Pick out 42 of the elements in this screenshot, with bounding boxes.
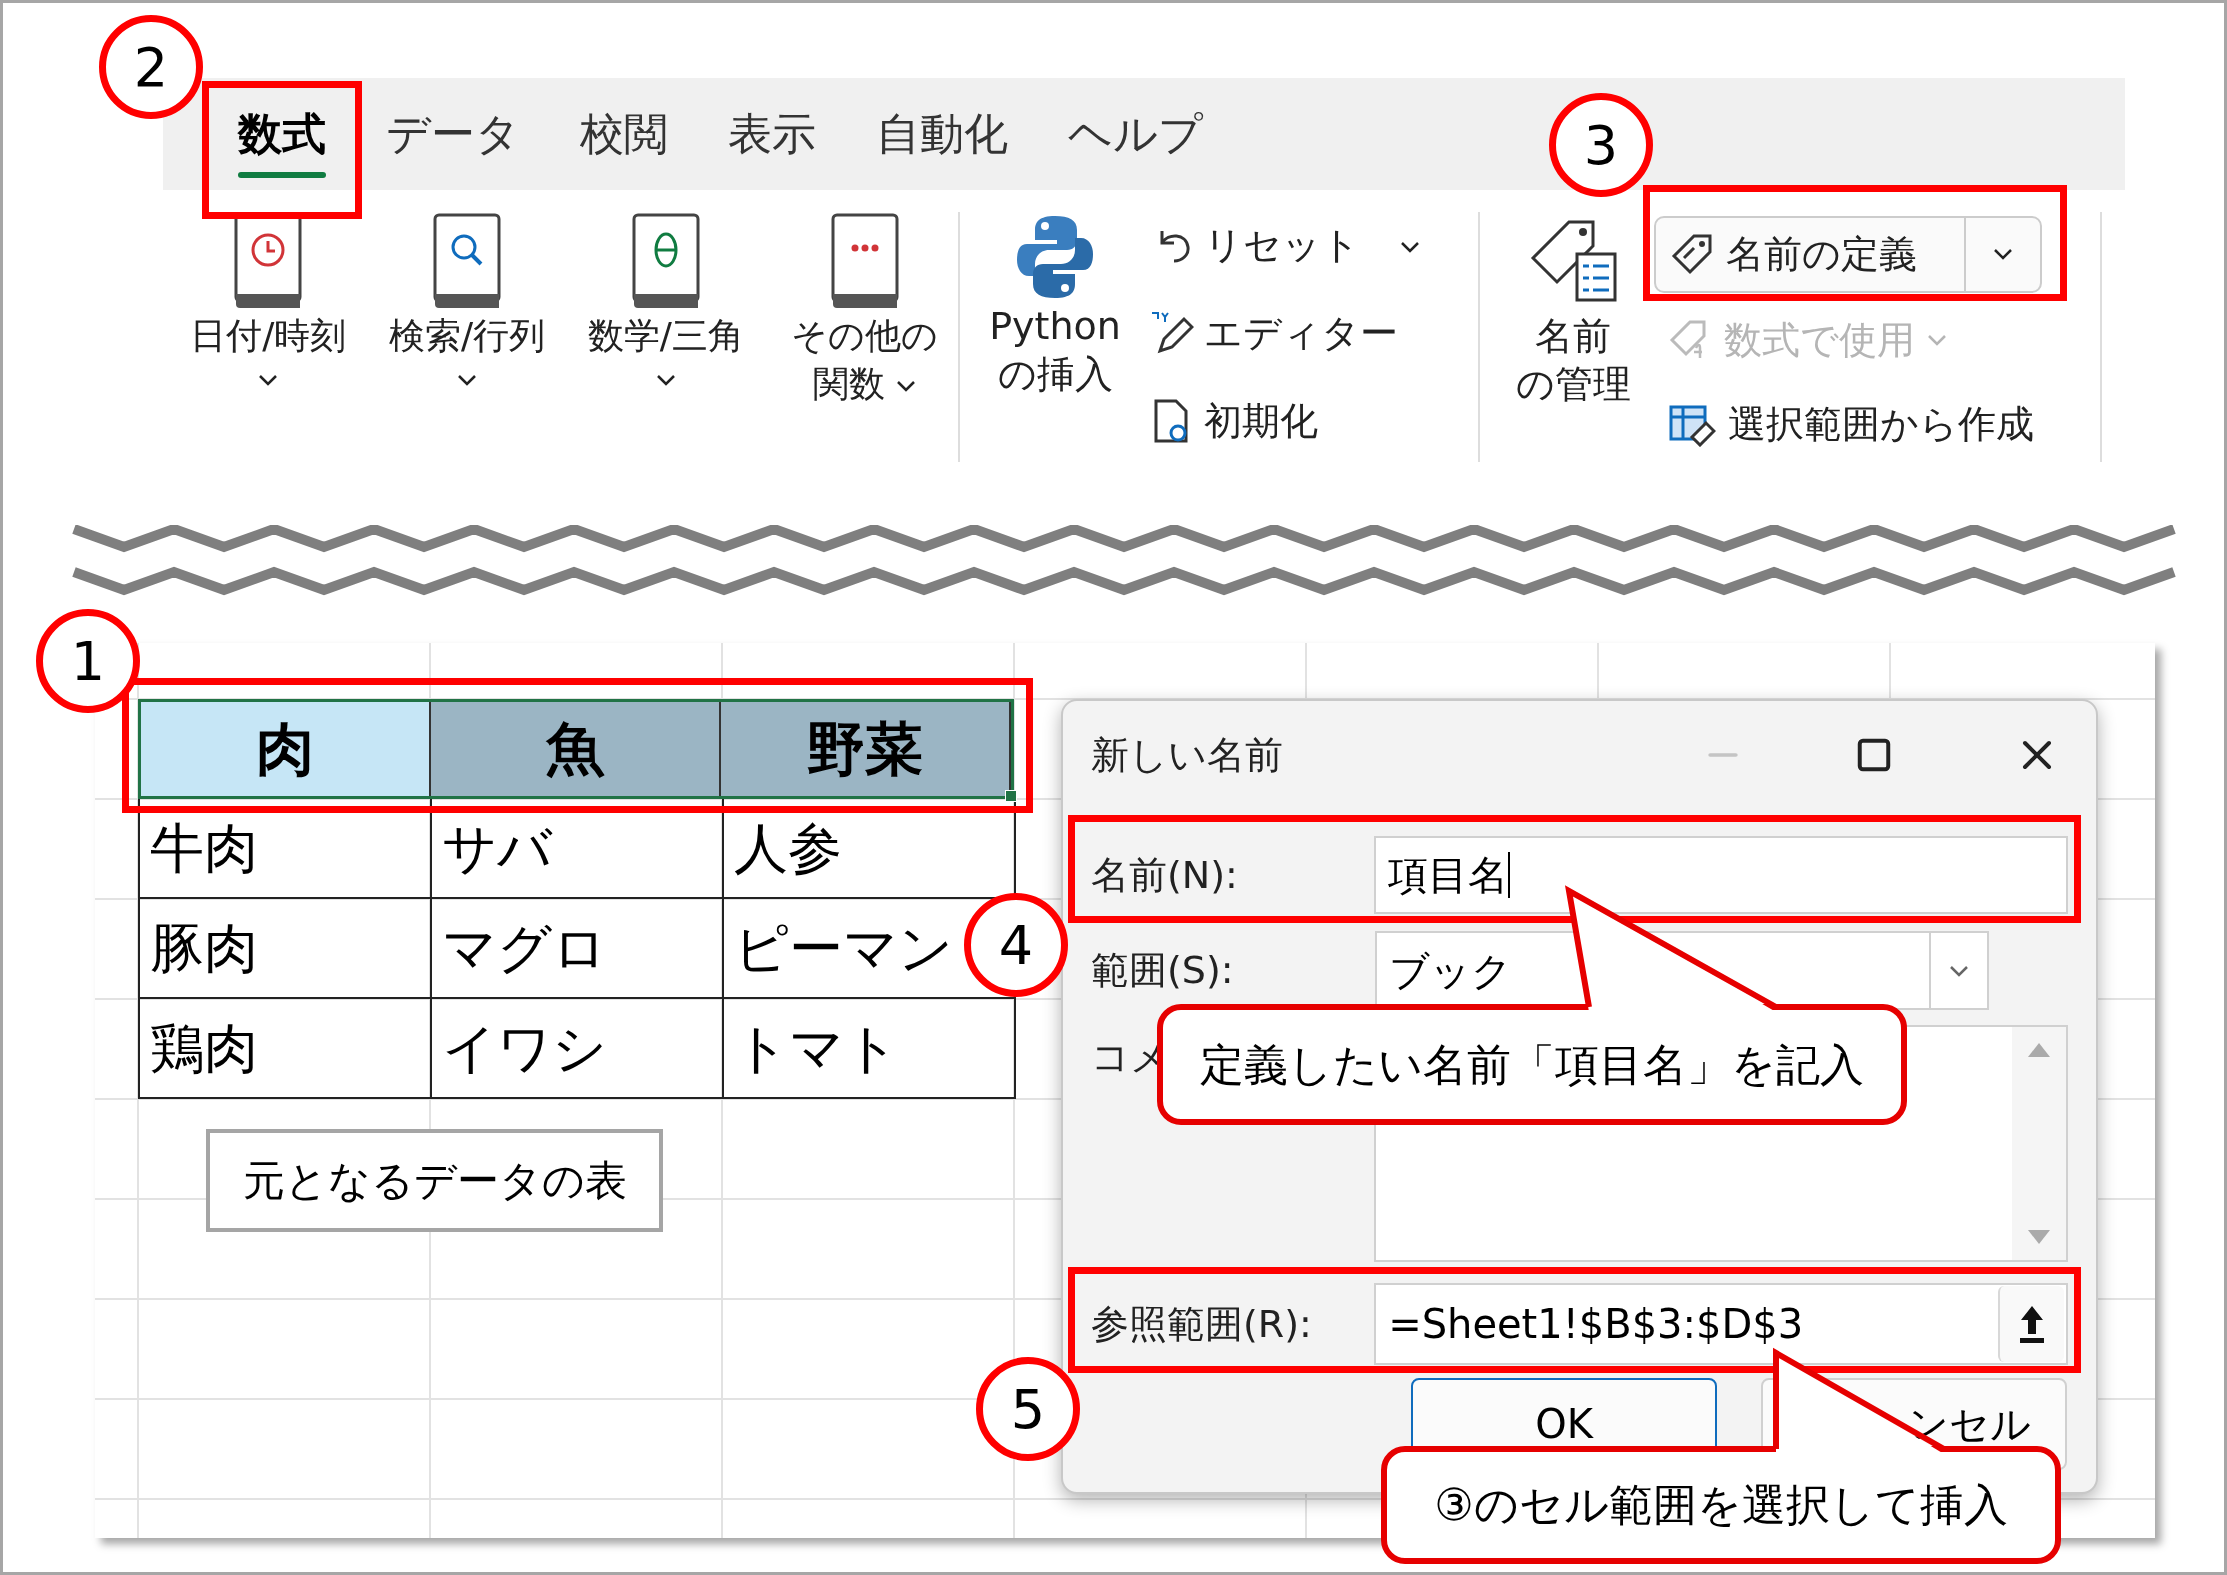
function-category-button[interactable]: 検索/行列 — [373, 212, 561, 462]
table-cell: 牛肉 — [140, 799, 432, 899]
dialog-title: 新しい名前 — [1091, 731, 1284, 779]
function-category-button[interactable]: その他の 関数 — [771, 212, 958, 462]
ribbon-tab[interactable]: 自動化 — [846, 78, 1038, 190]
fill-handle[interactable] — [1005, 790, 1017, 802]
table-header-cell[interactable]: 肉 — [141, 702, 431, 796]
table-header-cell[interactable]: 野菜 — [721, 702, 1011, 796]
upload-arrow-icon — [2019, 1304, 2045, 1344]
table-cell: 鶏肉 — [140, 999, 432, 1099]
ribbon-tab[interactable]: ヘルプ — [1038, 78, 1233, 190]
table-cell: サバ — [432, 799, 724, 899]
ribbon-small-button[interactable]: 選択範囲から作成 — [1654, 387, 2042, 462]
text-cursor — [1508, 852, 1511, 898]
table-cell: トマト — [724, 999, 1016, 1099]
note-label: 元となるデータの表 — [206, 1129, 663, 1232]
tag-icon — [1670, 232, 1714, 277]
field-label: 範囲(S): — [1091, 947, 1235, 994]
ribbon-tab[interactable]: 校閲 — [550, 78, 698, 190]
step-number: 1 — [36, 609, 140, 713]
ribbon-small-button[interactable]: リセット — [1150, 212, 1420, 278]
step-number: 2 — [99, 15, 203, 119]
table-header-cell[interactable]: 魚 — [431, 702, 721, 796]
ribbon-small-button[interactable]: エディター — [1150, 300, 1420, 366]
name-manager-button[interactable]: 名前 の管理 — [1508, 212, 1638, 462]
chevron-down-icon — [1949, 964, 1969, 977]
insert-python-button[interactable]: Python の挿入 — [980, 212, 1130, 462]
table-cell: 豚肉 — [140, 899, 432, 999]
ribbon-tab[interactable]: 表示 — [698, 78, 846, 190]
ribbon-tab[interactable]: データ — [356, 78, 550, 190]
table-cell: マグロ — [432, 899, 724, 999]
function-category-button[interactable]: 日付/時刻 — [175, 212, 362, 462]
collapse-dialog-button[interactable] — [1998, 1286, 2064, 1362]
pencil-icon — [1150, 311, 1194, 355]
table-cell: イワシ — [432, 999, 724, 1099]
maximize-icon[interactable] — [1855, 736, 1893, 774]
ribbon-small-button[interactable]: 初期化 — [1150, 388, 1420, 454]
define-name-split-button[interactable]: 名前の定義 — [1654, 216, 2042, 293]
ribbon-tab[interactable]: 数式 — [208, 78, 356, 190]
function-category-button[interactable]: 数学/三角 — [572, 212, 760, 462]
field-label: 名前(N): — [1091, 851, 1239, 899]
field-label: 参照範囲(R): — [1091, 1300, 1313, 1348]
